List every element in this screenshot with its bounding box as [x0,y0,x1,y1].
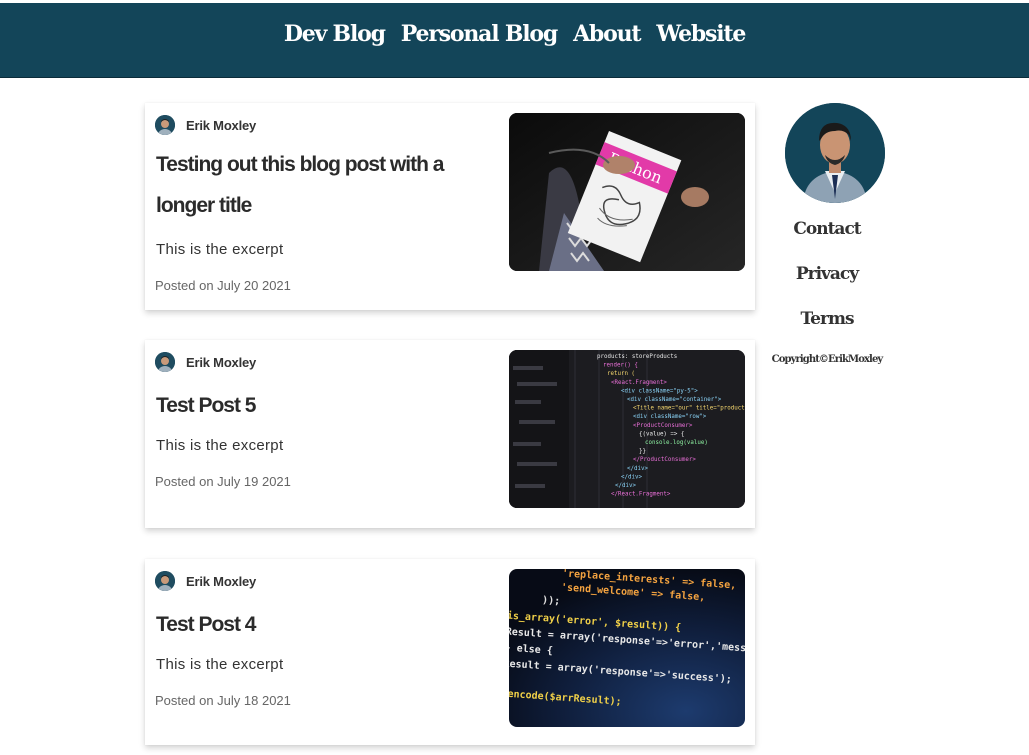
copyright-text: Copyright©ErikMoxley [771,354,884,365]
post-card[interactable]: Erik Moxley Testing out this blog post w… [145,103,755,310]
code-line: </div> [621,474,642,480]
post-thumbnail[interactable]: 'replace_interests' => false,'send_welco… [509,569,745,727]
nav-about[interactable]: About [573,21,642,47]
code-line: render() { [603,363,638,369]
author-name: Erik Moxley [186,117,257,133]
post-author: Erik Moxley [155,352,256,372]
sidebar-terms-link[interactable]: Terms [770,309,884,329]
post-title[interactable]: Test Post 4 [156,604,486,645]
sidebar-privacy-link[interactable]: Privacy [770,264,884,284]
nav-dev-blog[interactable]: Dev Blog [284,21,386,47]
code-line: </ProductConsumer> [633,457,696,463]
python-book-image: Python [509,113,745,271]
post-title[interactable]: Testing out this blog post with a longer… [156,144,486,226]
author-name: Erik Moxley [186,354,257,370]
code-line: <div className="py-5"> [621,388,698,394]
author-avatar [155,352,175,372]
code-line: )); [542,595,561,607]
profile-avatar [785,103,885,203]
post-card[interactable]: Erik Moxley Test Post 4 This is the exce… [145,559,755,745]
post-excerpt: This is the excerpt [156,437,284,454]
code-line: </React.Fragment> [611,492,671,498]
code-line: return ( [607,371,635,377]
code-line: </div> [615,483,636,489]
code-line: <ProductConsumer> [633,423,693,429]
top-navbar: Dev Blog Personal Blog About Website [0,3,1029,78]
post-thumbnail[interactable]: products: storeProducts render() { return … [509,350,745,508]
author-name: Erik Moxley [186,573,257,589]
code-line: {(value) => { [639,431,684,437]
php-code-image: 'replace_interests' => false,'send_welco… [509,569,745,727]
code-line: products: storeProducts [597,354,677,360]
post-thumbnail[interactable]: Python [509,113,745,271]
post-author: Erik Moxley [155,115,256,135]
post-excerpt: This is the excerpt [156,656,284,673]
post-excerpt: This is the excerpt [156,241,284,258]
code-line: <Title name="our" title="product [633,406,745,412]
post-card[interactable]: Erik Moxley Test Post 5 This is the exce… [145,340,755,528]
code-line: </div> [627,466,648,472]
author-avatar [155,571,175,591]
post-author: Erik Moxley [155,571,256,591]
post-title[interactable]: Test Post 5 [156,385,486,426]
post-date: Posted on July 19 2021 [155,474,291,489]
code-line: <div className="row"> [633,414,707,420]
post-date: Posted on July 18 2021 [155,693,291,708]
nav-website[interactable]: Website [656,21,746,47]
code-line: }} [639,449,646,455]
react-code-image: products: storeProducts render() { return … [509,350,745,508]
post-date: Posted on July 20 2021 [155,278,291,293]
code-line: <React.Fragment> [611,380,667,386]
author-avatar [155,115,175,135]
sidebar-contact-link[interactable]: Contact [770,219,884,239]
code-line: <div className="container"> [627,397,722,403]
nav-personal-blog[interactable]: Personal Blog [401,21,558,47]
code-line: console.log(value) [645,440,708,446]
